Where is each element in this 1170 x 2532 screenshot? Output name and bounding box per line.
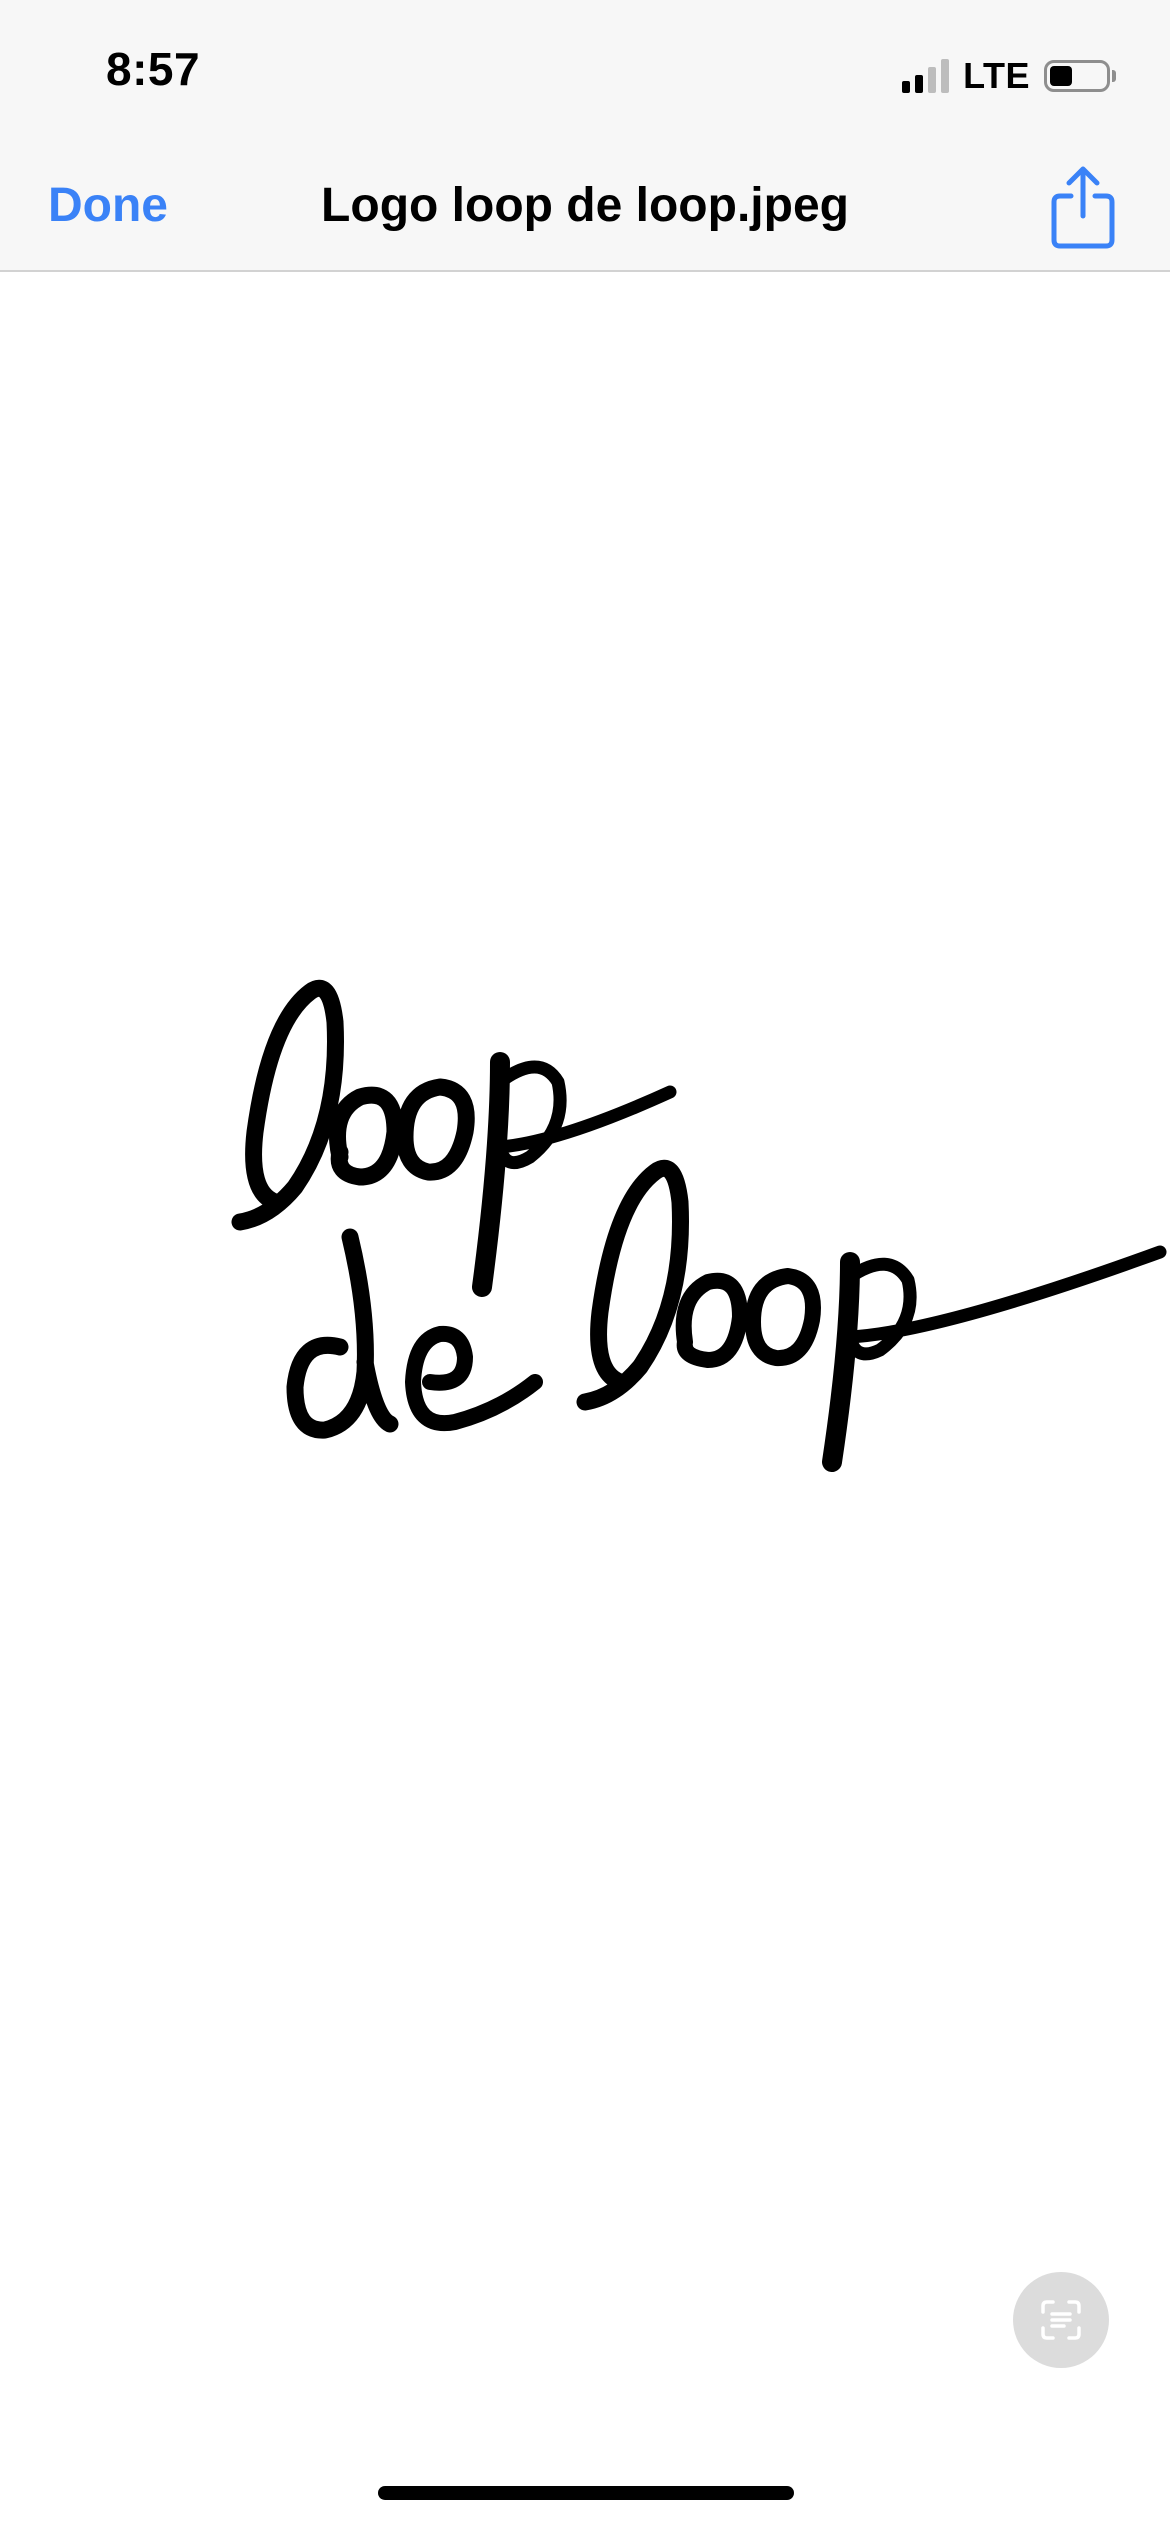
status-indicators: LTE bbox=[902, 52, 1116, 100]
cellular-signal-icon bbox=[902, 59, 950, 93]
quick-look-screen: 8:57 LTE Done Logo loop de loop.jpeg bbox=[0, 0, 1170, 2532]
done-button[interactable]: Done bbox=[48, 178, 168, 233]
image-preview-area[interactable] bbox=[0, 272, 1170, 2532]
live-text-icon bbox=[1041, 2300, 1081, 2340]
status-bar: 8:57 LTE bbox=[0, 0, 1170, 148]
network-type: LTE bbox=[963, 55, 1030, 96]
navigation-bar: Done Logo loop de loop.jpeg bbox=[0, 148, 1170, 272]
share-icon bbox=[1051, 166, 1115, 249]
logo-image bbox=[231, 979, 1167, 1472]
home-indicator[interactable] bbox=[378, 2486, 794, 2500]
status-time: 8:57 bbox=[106, 43, 201, 95]
live-text-button[interactable] bbox=[1013, 2272, 1109, 2368]
battery-icon bbox=[1044, 60, 1110, 92]
file-title: Logo loop de loop.jpeg bbox=[321, 179, 849, 232]
battery-cap bbox=[1112, 70, 1116, 82]
share-button[interactable] bbox=[1040, 162, 1126, 252]
battery-level bbox=[1050, 66, 1072, 86]
